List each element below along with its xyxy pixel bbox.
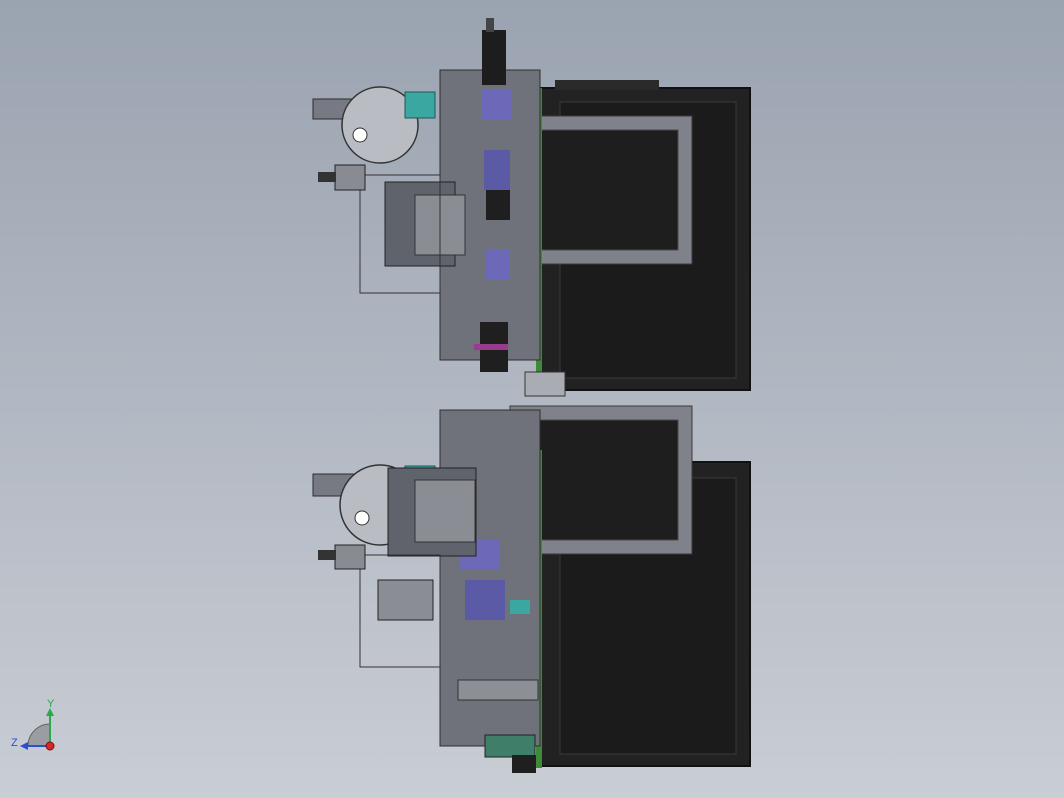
upper-frame-inner	[523, 129, 679, 251]
lower-bottom-gray-bar	[457, 679, 539, 701]
upper-lower-magenta	[474, 344, 508, 350]
lower-box	[377, 579, 434, 621]
upper-module[interactable]	[312, 18, 751, 397]
cad-viewport[interactable]: Y Z	[0, 0, 1064, 798]
lower-frame-inner	[523, 419, 679, 541]
lower-blue-block-2	[465, 580, 505, 620]
triad-y-label: Y	[47, 698, 55, 710]
upper-blue-block-1	[482, 90, 512, 120]
upper-housing-top-lip	[555, 80, 659, 90]
lower-teal-block	[510, 600, 530, 614]
upper-small-block	[334, 164, 366, 191]
upper-blue-block-3	[486, 250, 510, 280]
triad-z-arrowhead	[20, 742, 28, 750]
lower-bottom-dark	[512, 755, 536, 773]
orientation-triad: Y Z	[11, 698, 55, 751]
upper-wheel-hub	[352, 127, 368, 143]
upper-small-knob	[318, 172, 336, 182]
lower-wheel-hub	[354, 510, 370, 526]
model-canvas[interactable]: Y Z	[0, 0, 1064, 798]
triad-x-axis-dot	[45, 741, 55, 751]
lower-cylinder-face	[414, 479, 476, 543]
upper-blue-block-2	[484, 150, 510, 190]
lower-small-knob	[318, 550, 336, 560]
triad-quadrant	[27, 723, 51, 747]
upper-teal-roller	[404, 91, 436, 119]
lower-bottom-teal	[484, 734, 536, 758]
lower-module[interactable]	[312, 405, 751, 773]
upper-lower-gray-cyl	[524, 371, 566, 397]
upper-dark-block	[486, 190, 510, 220]
lower-small-block	[334, 544, 366, 570]
upper-motor-cap	[486, 18, 494, 32]
triad-z-label: Z	[11, 737, 18, 749]
upper-black-motor	[482, 30, 506, 85]
